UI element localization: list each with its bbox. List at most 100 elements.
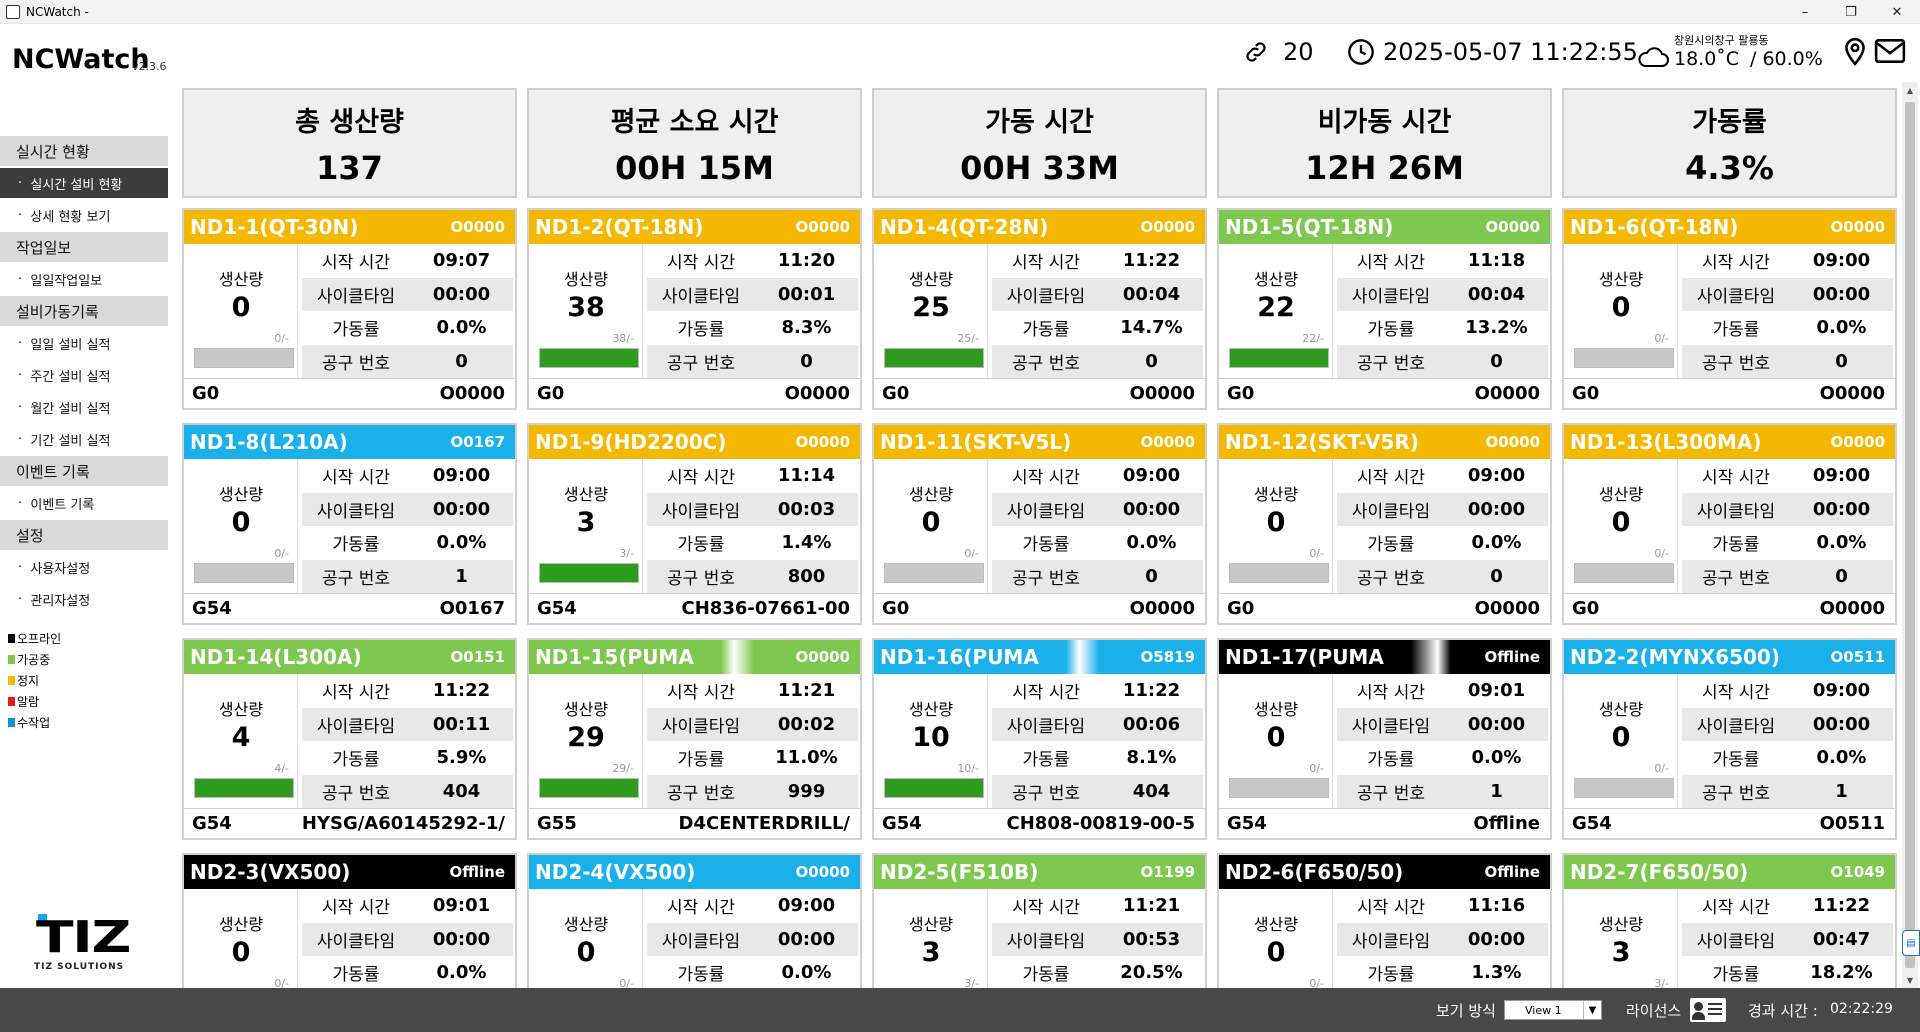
close-button[interactable]: ✕ [1874, 0, 1920, 24]
machine-card-footer: G54 HYSG/A60145292-1/ [184, 808, 515, 838]
gcode-value: G0 [1227, 383, 1255, 404]
machine-card[interactable]: ND1-1(QT-30N) O0000 생산량 0 0/- 시작 시간 09:07 사이클타임… [182, 208, 517, 410]
machine-card[interactable]: ND2-7(F650/50) O1049 생산량 3 3/- 시작 시간 11:22 사이클타… [1562, 853, 1897, 988]
scroll-down-arrow[interactable]: ▼ [1902, 972, 1918, 988]
sidebar-item-daily-report[interactable]: · 일일작업일보 [0, 264, 168, 294]
scroll-thumb[interactable] [1905, 102, 1915, 968]
stat-row-start-time: 시작 시간 09:00 [1682, 244, 1893, 278]
machine-grid: ND1-1(QT-30N) O0000 생산량 0 0/- 시작 시간 09:07 사이클타임… [182, 208, 1904, 988]
machine-card[interactable]: ND2-5(F510B) O1199 생산량 3 3/- 시작 시간 11:21 사이클타임 0… [872, 853, 1207, 988]
stat-row-utilization: 가동률 8.3% [647, 311, 858, 345]
machine-card-footer: G0 O0000 [1564, 593, 1895, 623]
machine-name: ND1-12(SKT-V5R) [1225, 430, 1419, 454]
production-count: 3 [1611, 937, 1631, 968]
sidebar-group-work-report[interactable]: 작업일보 [0, 232, 168, 262]
side-panel-tab[interactable]: ▤ [1902, 930, 1920, 956]
machine-card[interactable]: ND1-2(QT-18N) O0000 생산량 38 38/- 시작 시간 11:20 사이클… [527, 208, 862, 410]
sidebar-item-user-settings[interactable]: · 사용자설정 [0, 552, 168, 582]
sidebar-group-realtime[interactable]: 실시간 현황 [0, 136, 168, 166]
machine-card[interactable]: ND2-2(MYNX6500) O0511 생산량 0 0/- 시작 시간 09:00 사이클… [1562, 638, 1897, 840]
production-ratio: 3/- [964, 977, 979, 988]
machine-card[interactable]: ND1-17(PUMA Offline 생산량 0 0/- 시작 시간 09:01 사이클타임… [1217, 638, 1552, 840]
production-progress-bar [194, 348, 294, 368]
brand-text: TIZ SOLUTIONS [34, 962, 125, 972]
stat-row-start-time: 시작 시간 09:00 [302, 459, 513, 493]
machine-card[interactable]: ND1-16(PUMA O5819 생산량 10 10/- 시작 시간 11:22 사이클타임… [872, 638, 1207, 840]
part-program-value: O0000 [1129, 383, 1195, 404]
scroll-up-arrow[interactable]: ▲ [1902, 82, 1918, 98]
stat-row-start-time: 시작 시간 11:21 [992, 889, 1203, 923]
utilization-value: 0.0% [1816, 532, 1867, 554]
machine-card[interactable]: ND1-4(QT-28N) O0000 생산량 25 25/- 시작 시간 11:22 사이클… [872, 208, 1207, 410]
machine-card[interactable]: ND1-5(QT-18N) O0000 생산량 22 22/- 시작 시간 11:18 사이클… [1217, 208, 1552, 410]
machine-program: O1199 [1140, 863, 1196, 881]
dashboard-main: 총 생산량 137 평균 소요 시간 00H 15M 가동 시간 00H 33M… [180, 82, 1904, 988]
sidebar-item-monthly-performance[interactable]: · 월간 설비 실적 [0, 392, 168, 422]
production-ratio: 25/- [957, 332, 979, 345]
production-label: 생산량 [908, 915, 954, 934]
license-icon[interactable] [1690, 998, 1726, 1022]
datetime-value: 2025-05-07 11:22:55 [1383, 38, 1638, 66]
machine-card[interactable]: ND1-15(PUMA O0000 생산량 29 29/- 시작 시간 11:21 사이클타임… [527, 638, 862, 840]
machine-card[interactable]: ND1-13(L300MA) O0000 생산량 0 0/- 시작 시간 09:00 사이클타… [1562, 423, 1897, 625]
sidebar-item-period-performance[interactable]: · 기간 설비 실적 [0, 424, 168, 454]
production-progress-bar [539, 778, 639, 798]
production-progress-bar [1229, 348, 1329, 368]
app-icon [6, 4, 20, 19]
machine-card-footer: G55 D4CENTERDRILL/ [529, 808, 860, 838]
cycle-time-value: 00:01 [777, 283, 836, 305]
machine-card-footer: G0 O0000 [874, 593, 1205, 623]
sidebar-item-weekly-performance[interactable]: · 주간 설비 실적 [0, 360, 168, 390]
machine-program: O0000 [1485, 218, 1541, 236]
machine-card[interactable]: ND1-11(SKT-V5L) O0000 생산량 0 0/- 시작 시간 09:00 사이클… [872, 423, 1207, 625]
machine-card[interactable]: ND1-6(QT-18N) O0000 생산량 0 0/- 시작 시간 09:00 사이클타임… [1562, 208, 1897, 410]
machine-stats: 시작 시간09:01사이클타임00:00가동률0.0%공구 번호 [302, 889, 513, 988]
machine-card[interactable]: ND1-12(SKT-V5R) O0000 생산량 0 0/- 시작 시간 09:00 사이클… [1217, 423, 1552, 625]
start-time-value: 11:22 [1122, 680, 1181, 702]
production-panel: 생산량 29 29/- [533, 674, 643, 808]
machine-card[interactable]: ND1-8(L210A) O0167 생산량 0 0/- 시작 시간 09:00 사이클타임 0… [182, 423, 517, 625]
vertical-scrollbar[interactable]: ▲ ▼ [1902, 82, 1918, 988]
machine-program: O0000 [795, 433, 851, 451]
maximize-button[interactable]: ❐ [1828, 0, 1874, 24]
part-program-value: CH808-00819-00-5 [1006, 813, 1195, 834]
machine-card[interactable]: ND1-14(L300A) O0151 생산량 4 4/- 시작 시간 11:22 사이클타임… [182, 638, 517, 840]
machine-card[interactable]: ND2-3(VX500) Offline 생산량 0 0/- 시작 시간 09:01 사이클타… [182, 853, 517, 988]
machine-stats: 시작 시간 11:20 사이클타임 00:01 가동률 8.3% 공구 번호 0 [647, 244, 858, 378]
cycle-time-value: 00:00 [1812, 283, 1871, 305]
mail-icon[interactable] [1874, 36, 1906, 66]
legend-item: 수작업 [8, 712, 61, 733]
window-controls: – ❐ ✕ [1782, 0, 1920, 24]
stat-row-start-time: 시작 시간 09:00 [1682, 459, 1893, 493]
sidebar-item-realtime-equipment[interactable]: · 실시간 설비 현황 [0, 168, 168, 198]
machine-card-header: ND1-8(L210A) O0167 [184, 425, 515, 459]
minimize-button[interactable]: – [1782, 0, 1828, 24]
machine-card[interactable]: ND2-6(F650/50) Offline 생산량 0 0/- 시작 시간 11:16 사이… [1217, 853, 1552, 988]
sidebar-item-admin-settings[interactable]: · 관리자설정 [0, 584, 168, 614]
machine-card[interactable]: ND1-9(HD2200C) O0000 생산량 3 3/- 시작 시간 11:14 사이클타… [527, 423, 862, 625]
start-time-value: 09:00 [1467, 465, 1526, 487]
machine-card-footer: G54 Offline [1219, 808, 1550, 838]
sidebar-group-operation-record[interactable]: 설비가동기록 [0, 296, 168, 326]
legend-swatch [8, 697, 15, 706]
sidebar-item-daily-performance[interactable]: · 일일 설비 실적 [0, 328, 168, 358]
sidebar-item-event-log[interactable]: · 이벤트 기록 [0, 488, 168, 518]
production-panel: 생산량 3 3/- [533, 459, 643, 593]
sidebar-item-detail-view[interactable]: · 상세 현황 보기 [0, 200, 168, 230]
stat-row-cycle-time: 사이클타임 00:03 [647, 492, 858, 526]
machine-card-body: 생산량 10 10/- 시작 시간 11:22 사이클타임 00:06 가동률 8.1% 공구 번… [874, 674, 1205, 808]
machine-card[interactable]: ND2-4(VX500) O0000 생산량 0 0/- 시작 시간 09:00 사이클타임 0… [527, 853, 862, 988]
location-pin-icon[interactable] [1842, 36, 1868, 66]
machine-card-header: ND2-7(F650/50) O1049 [1564, 855, 1895, 889]
view-mode-select[interactable]: View 1 ▼ [1504, 1000, 1602, 1020]
machine-card-footer: G0 O0000 [1564, 378, 1895, 408]
machine-card-footer: G54 CH836-07661-00 [529, 593, 860, 623]
sidebar-group-settings[interactable]: 설정 [0, 520, 168, 550]
machine-card-header: ND1-17(PUMA Offline [1219, 640, 1550, 674]
production-label: 생산량 [1253, 270, 1299, 289]
sidebar-group-event-log[interactable]: 이벤트 기록 [0, 456, 168, 486]
machine-card-footer: G54 O0167 [184, 593, 515, 623]
connection-count: 20 [1243, 38, 1314, 66]
machine-program: O0000 [1830, 218, 1886, 236]
start-time-value: 09:00 [777, 895, 836, 917]
